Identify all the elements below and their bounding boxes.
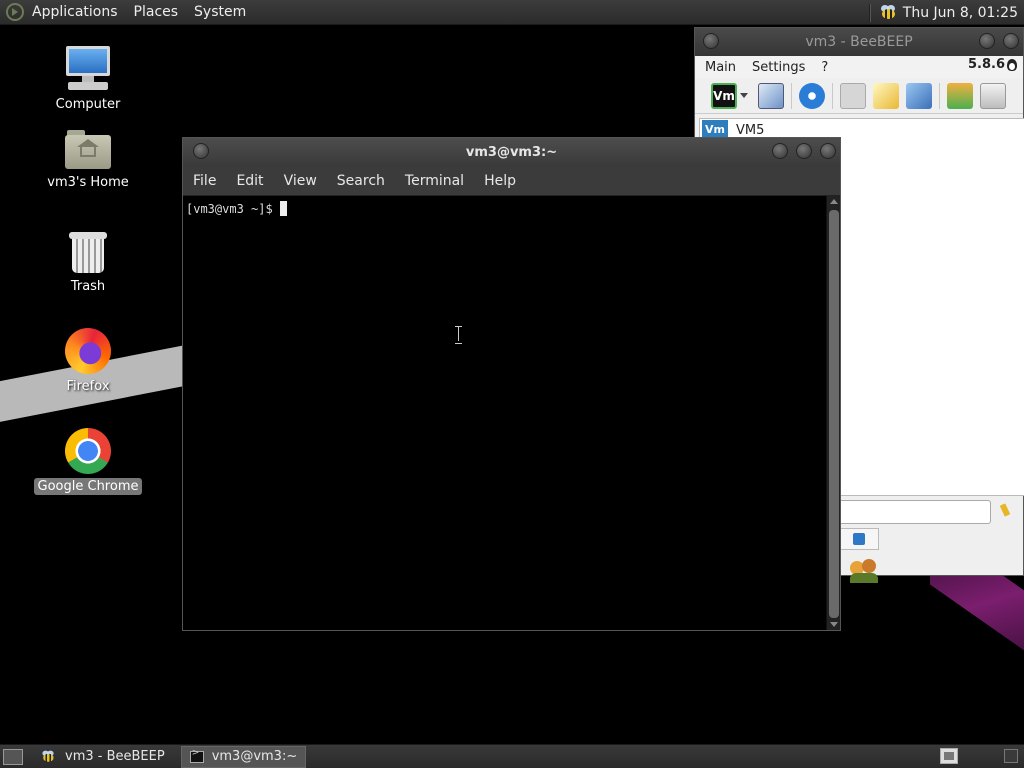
toolbar-separator (939, 82, 940, 109)
bottom-panel: vm3 - BeeBEEP vm3@vm3:~ (0, 744, 1024, 768)
tux-icon (1007, 59, 1017, 71)
scroll-down-icon[interactable] (830, 622, 838, 627)
minimize-icon[interactable] (978, 33, 995, 49)
update-arrow-icon[interactable] (947, 82, 973, 109)
top-panel: Applications Places System Thu Jun 8, 01… (0, 0, 1024, 25)
user-name: VM5 (736, 122, 765, 138)
version-label: 5.8.6 (967, 57, 1005, 72)
terminal-titlebar[interactable]: vm3@vm3:~ (183, 138, 840, 166)
desktop-icon-chrome[interactable]: Google Chrome (33, 428, 143, 495)
top-panel-tray: Thu Jun 8, 01:25 (868, 0, 1024, 25)
window-title: vm3 - BeeBEEP (805, 34, 913, 50)
prompt-text: [vm3@vm3 ~]$ (186, 201, 273, 216)
workspace-switcher[interactable] (940, 748, 958, 764)
menu-settings[interactable]: Settings (742, 60, 811, 75)
maximize-icon[interactable] (795, 143, 812, 159)
menu-file[interactable]: File (183, 173, 226, 189)
tools-icon[interactable] (906, 82, 932, 109)
taskbar-item-terminal[interactable]: vm3@vm3:~ (180, 745, 307, 768)
note-edit-icon[interactable] (873, 82, 899, 109)
terminal-menubar: File Edit View Search Terminal Help (183, 166, 840, 196)
desktop-icon-label: Computer (55, 97, 121, 112)
toolbar-separator (832, 82, 833, 109)
shell-prompt: [vm3@vm3 ~]$ (186, 201, 287, 216)
broom-clear-icon[interactable] (997, 502, 1015, 520)
trash-icon (68, 230, 108, 274)
trash-applet-icon[interactable] (1004, 749, 1018, 763)
desktop-icon-label: Trash (70, 279, 106, 294)
chrome-icon (65, 428, 111, 474)
chevron-down-icon[interactable] (740, 93, 748, 98)
maximize-icon[interactable] (1003, 33, 1019, 49)
clear-icon[interactable] (980, 82, 1006, 109)
toolbar-separator (791, 82, 792, 109)
taskbar-item-label: vm3@vm3:~ (211, 749, 298, 764)
menu-applications[interactable]: Applications (24, 0, 126, 25)
desktop-icon-home[interactable]: vm3's Home (33, 130, 143, 191)
beebeep-bee-icon (41, 750, 55, 763)
clock[interactable]: Thu Jun 8, 01:25 (903, 5, 1024, 21)
menu-help[interactable]: ? (811, 60, 834, 75)
scroll-up-icon[interactable] (830, 199, 838, 204)
taskbar-item-beebeep[interactable]: vm3 - BeeBEEP (31, 746, 173, 768)
window-menu-icon[interactable] (703, 33, 719, 49)
beebeep-titlebar[interactable]: vm3 - BeeBEEP (695, 28, 1023, 56)
home-folder-icon (65, 130, 111, 170)
beebeep-toolbar: Vm (695, 78, 1023, 114)
firefox-icon (65, 328, 111, 374)
flag-button[interactable] (839, 528, 879, 550)
ibeam-cursor-icon (455, 326, 463, 344)
terminal-output[interactable]: [vm3@vm3 ~]$ (183, 196, 827, 630)
desktop-icon-computer[interactable]: Computer (33, 46, 143, 113)
desktop-icon-label: Google Chrome (33, 478, 143, 495)
desktop-icon-label: vm3's Home (47, 175, 129, 190)
menu-terminal[interactable]: Terminal (395, 173, 474, 189)
window-menu-icon[interactable] (193, 143, 209, 159)
taskbar-item-label: vm3 - BeeBEEP (65, 749, 165, 764)
menu-main[interactable]: Main (695, 60, 742, 75)
window-title: vm3@vm3:~ (465, 144, 558, 160)
desktop-icon-label: Firefox (66, 379, 110, 394)
desktop-icon-firefox[interactable]: Firefox (33, 328, 143, 395)
terminal-icon (189, 748, 204, 763)
network-icon[interactable] (799, 82, 825, 109)
close-icon[interactable] (820, 143, 836, 159)
terminal-window: vm3@vm3:~ File Edit View Search Terminal… (182, 137, 841, 631)
computer-icon (64, 46, 112, 92)
menu-search[interactable]: Search (327, 173, 395, 189)
group-icon[interactable] (840, 82, 866, 109)
beebeep-tray-icon[interactable] (879, 4, 897, 21)
panel-separator (868, 3, 871, 22)
user-status-button[interactable]: Vm (711, 82, 737, 109)
terminal-scrollbar[interactable] (826, 196, 840, 630)
desktop-icon-trash[interactable]: Trash (33, 230, 143, 295)
menu-places[interactable]: Places (126, 0, 187, 25)
show-desktop-icon[interactable] (3, 748, 23, 765)
menu-edit[interactable]: Edit (226, 173, 273, 189)
minimize-icon[interactable] (771, 143, 788, 159)
users-icon[interactable] (850, 559, 880, 583)
text-cursor (279, 201, 287, 216)
menu-system[interactable]: System (186, 0, 254, 25)
applications-logo-icon[interactable] (6, 3, 24, 21)
menu-view[interactable]: View (274, 173, 327, 189)
scrollbar-thumb[interactable] (829, 210, 839, 618)
profile-edit-icon[interactable] (758, 82, 784, 109)
menu-help[interactable]: Help (474, 173, 526, 189)
